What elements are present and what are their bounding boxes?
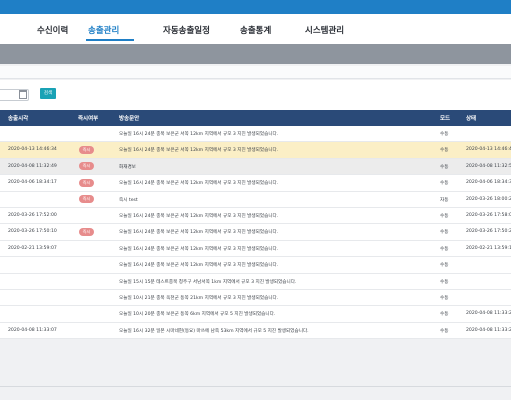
table-row[interactable]: 2020-04-08 11:33:07 오늘일 16시 32분 일본 시마네현(동… bbox=[0, 322, 511, 340]
cell-mode: 수동 bbox=[440, 295, 449, 301]
cell-status: 2020-04-13 14:46:47 bbox=[466, 147, 511, 153]
col-header-mode: 모드 bbox=[440, 116, 451, 122]
table-row[interactable]: 2020-02-21 13:59:07 오늘일 16시 24분 충북 보은군 서쪽… bbox=[0, 240, 511, 258]
cell-time: 2020-02-21 13:59:07 bbox=[8, 245, 57, 251]
nav-tab-broadcast-management[interactable]: 송출관리 bbox=[88, 24, 119, 36]
table-body: 오늘일 16시 24분 충북 보은군 서쪽 12km 지역에서 규모 3 지진 … bbox=[0, 126, 511, 340]
col-header-time: 송출시각 bbox=[8, 116, 29, 122]
cell-status: 2020-03-26 17:50:25 bbox=[466, 229, 511, 235]
table-row[interactable]: 오늘일 16시 24분 충북 보은군 서쪽 12km 지역에서 규모 3 지진 … bbox=[0, 257, 511, 274]
active-tab-indicator bbox=[86, 39, 134, 41]
nav-tab-auto-schedule[interactable]: 자동송출일정 bbox=[163, 24, 210, 36]
cell-message: 오늘일 16시 24분 충북 보은군 서쪽 12km 지역에서 규모 3 지진 … bbox=[119, 230, 279, 236]
cell-status: 2020-03-26 18:00:21 bbox=[466, 196, 511, 202]
cell-mode: 수동 bbox=[440, 263, 449, 269]
cell-mode: 수동 bbox=[440, 132, 449, 137]
breadcrumb-strip bbox=[0, 66, 511, 79]
cell-mode: 수동 bbox=[440, 246, 449, 252]
broadcast-table: 송출시각 즉시여부 방송문안 모드 상태 오늘일 16시 24분 충북 보은군 … bbox=[0, 110, 511, 340]
cell-time: 2020-04-08 11:33:07 bbox=[8, 327, 57, 333]
table-row[interactable]: 2020-03-26 17:50:10 즉시 오늘일 16시 24분 충북 보은군 … bbox=[0, 224, 511, 241]
table-row[interactable]: 2020-04-08 11:32:49 즉시 화재경보 수동 2020-04-08 11… bbox=[0, 158, 511, 176]
immediate-badge: 즉시 bbox=[79, 178, 94, 187]
cell-time: 2020-04-06 18:34:17 bbox=[8, 180, 57, 186]
table-row[interactable]: 2020-04-06 18:34:17 즉시 오늘일 16시 24분 충북 보은군 … bbox=[0, 175, 511, 192]
cell-mode: 수동 bbox=[440, 181, 449, 187]
top-bar bbox=[0, 0, 511, 14]
nav-tab-broadcast-stats[interactable]: 송출통계 bbox=[240, 24, 271, 36]
cell-mode: 수동 bbox=[440, 279, 449, 285]
cell-time: 2020-03-26 17:52:00 bbox=[8, 212, 57, 218]
cell-message: 오늘일 16시 24분 충북 보은군 서쪽 12km 지역에서 규모 3 지진 … bbox=[119, 263, 279, 269]
cell-message: 오늘일 16시 24분 충북 보은군 서쪽 12km 지역에서 규모 3 지진 … bbox=[119, 181, 279, 187]
table-row[interactable]: 오늘일 10시 20분 충북 보은군 동쪽 6km 지역에서 규모 5 지진 발… bbox=[0, 306, 511, 323]
cell-status: 2020-04-08 11:33:21 bbox=[466, 311, 511, 317]
nav-tab-receive-history[interactable]: 수신이력 bbox=[37, 24, 68, 36]
table-row[interactable]: 2020-03-26 17:52:00 오늘일 16시 24분 충북 보은군 서쪽… bbox=[0, 207, 511, 225]
col-header-immediate: 즉시여부 bbox=[78, 116, 99, 122]
cell-message: 오늘일 16시 24분 충북 보은군 서쪽 12km 지역에서 규모 3 지진 … bbox=[119, 246, 279, 252]
cell-message: 오늘일 16시 32분 일본 시마네현(동요) 마쓰에 남쪽 53km 지역에서… bbox=[119, 328, 309, 334]
cell-message: 오늘일 16시 24분 충북 보은군 서쪽 12km 지역에서 규모 3 지진 … bbox=[119, 213, 279, 219]
table-header: 송출시각 즉시여부 방송문안 모드 상태 bbox=[0, 110, 511, 126]
cell-message: 화재경보 bbox=[119, 164, 136, 170]
cell-status: 2020-04-08 11:32:57 bbox=[466, 163, 511, 169]
cell-mode: 수동 bbox=[440, 328, 449, 334]
main-nav: 수신이력 송출관리 자동송출일정 송출통계 시스템관리 bbox=[0, 14, 511, 44]
cell-message: 오늘일 10시 21분 충북 옥천군 동쪽 21km 지역에서 규모 3 지진 … bbox=[119, 295, 279, 301]
cell-message: 오늘일 10시 20분 충북 보은군 동쪽 6km 지역에서 규모 5 지진 발… bbox=[119, 312, 276, 318]
cell-status: 2020-02-21 13:59:15 bbox=[466, 245, 511, 251]
cell-mode: 수동 bbox=[440, 230, 449, 236]
calendar-icon[interactable] bbox=[19, 90, 27, 99]
immediate-badge: 즉시 bbox=[79, 227, 94, 236]
cell-message: 오늘일 16시 24분 충북 보은군 서쪽 12km 지역에서 규모 3 지진 … bbox=[119, 148, 279, 154]
cell-message: 즉시 test bbox=[119, 197, 138, 203]
search-button[interactable]: 검색 bbox=[40, 88, 56, 99]
cell-status: 2020-04-08 11:33:21 bbox=[466, 327, 511, 333]
cell-time: 2020-04-08 11:32:49 bbox=[8, 163, 57, 169]
table-row[interactable]: 오늘일 15시 15분 테스트충북 청주구 서남서쪽 1km 지역에서 규모 3… bbox=[0, 273, 511, 290]
cell-mode: 수동 bbox=[440, 164, 449, 170]
cell-mode: 수동 bbox=[440, 312, 449, 318]
table-row[interactable]: 오늘일 10시 21분 충북 옥천군 동쪽 21km 지역에서 규모 3 지진 … bbox=[0, 289, 511, 307]
table-row[interactable]: 즉시 즉시 test 자동 2020-03-26 18:00:21 bbox=[0, 191, 511, 208]
cell-time: 2020-03-26 17:50:10 bbox=[8, 229, 57, 235]
search-panel bbox=[0, 80, 511, 110]
cell-time: 2020-04-13 14:46:34 bbox=[8, 147, 57, 153]
nav-tab-system-management[interactable]: 시스템관리 bbox=[305, 24, 344, 36]
immediate-badge: 즉시 bbox=[79, 162, 94, 171]
immediate-badge: 즉시 bbox=[79, 195, 94, 204]
immediate-badge: 즉시 bbox=[79, 145, 94, 154]
cell-mode: 수동 bbox=[440, 148, 449, 154]
sub-header-bar bbox=[0, 44, 511, 64]
footer bbox=[0, 387, 511, 400]
table-row[interactable]: 오늘일 16시 24분 충북 보은군 서쪽 12km 지역에서 규모 3 지진 … bbox=[0, 126, 511, 143]
col-header-message: 방송문안 bbox=[119, 116, 140, 122]
cell-mode: 자동 bbox=[440, 197, 449, 203]
cell-status: 2020-03-26 17:58:06 bbox=[466, 212, 511, 218]
table-row[interactable]: 2020-04-13 14:46:34 즉시 오늘일 16시 24분 충북 보은군 … bbox=[0, 142, 511, 159]
cell-status: 2020-04-06 18:34:31 bbox=[466, 180, 511, 186]
cell-message: 오늘일 16시 24분 충북 보은군 서쪽 12km 지역에서 규모 3 지진 … bbox=[119, 132, 279, 137]
cell-message: 오늘일 15시 15분 테스트충북 청주구 서남서쪽 1km 지역에서 규모 3… bbox=[119, 279, 297, 285]
cell-mode: 수동 bbox=[440, 213, 449, 219]
col-header-status: 상태 bbox=[466, 116, 477, 122]
